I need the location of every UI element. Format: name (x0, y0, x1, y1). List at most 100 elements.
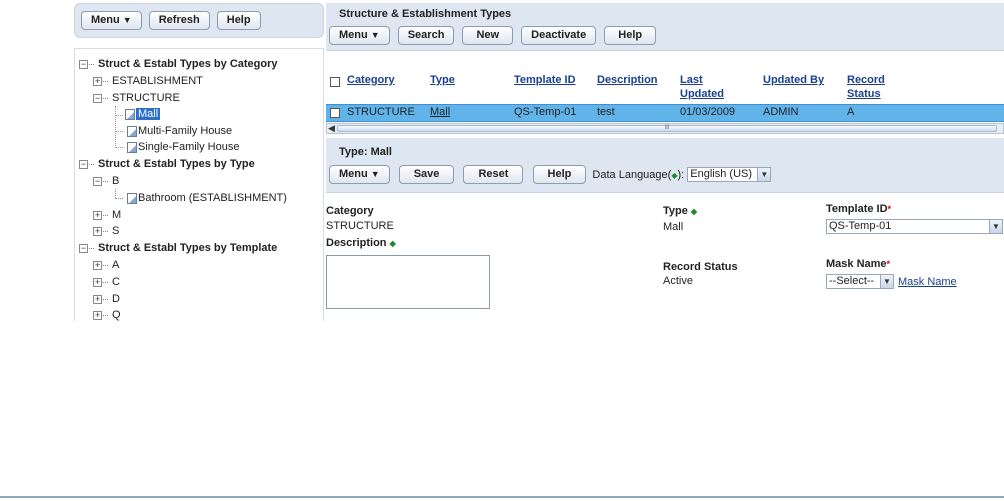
edit-document-icon (127, 141, 137, 153)
scrollbar-thumb[interactable]: III (337, 125, 997, 132)
data-language-label: Data Language(◆): (592, 168, 685, 181)
menu-dropdown-icon: ▼ (370, 30, 380, 40)
deactivate-button[interactable]: Deactivate (521, 26, 597, 45)
tree-node-m[interactable]: + M (93, 208, 121, 223)
edit-document-icon (127, 192, 137, 204)
expand-icon[interactable]: + (93, 210, 102, 220)
description-textarea[interactable] (326, 255, 490, 309)
column-header-template-id[interactable]: Template ID (514, 73, 576, 87)
left-toolbar: Menu ▼ Refresh Help (74, 3, 324, 38)
table-row[interactable]: STRUCTURE Mall QS-Temp-01 test 01/03/200… (326, 104, 1004, 122)
main-menu-button[interactable]: Menu ▼ (329, 26, 390, 45)
tree-node-c[interactable]: + C (93, 275, 120, 290)
refresh-button[interactable]: Refresh (148, 11, 210, 30)
tree-node-s[interactable]: + S (93, 224, 119, 239)
collapse-icon[interactable]: − (93, 93, 102, 103)
reset-button[interactable]: Reset (463, 165, 524, 184)
tree-leaf-label: Mall (136, 108, 161, 120)
column-header-record-status[interactable]: Record Status (847, 73, 885, 101)
save-button[interactable]: Save (398, 165, 455, 184)
tree-node-a[interactable]: + A (93, 258, 119, 273)
tree-node-label: D (112, 293, 120, 305)
edit-document-icon (125, 108, 135, 120)
mask-name-label: Mask Name* (826, 258, 891, 270)
tree-node-label: S (112, 225, 120, 237)
expand-icon[interactable]: + (93, 226, 102, 236)
record-status-value: Active (663, 275, 693, 287)
chevron-down-icon: ▼ (989, 220, 1002, 233)
cell-description: test (597, 106, 615, 118)
column-header-updated-by[interactable]: Updated By (763, 73, 824, 87)
row-checkbox[interactable] (330, 108, 340, 118)
tree-node-label: B (112, 175, 120, 187)
template-id-select[interactable]: QS-Temp-01 ▼ (826, 219, 1003, 234)
edit-document-icon (127, 125, 137, 137)
tree-leaf-single-family-house[interactable]: Single-Family House (127, 140, 239, 155)
tree-node-establishment[interactable]: + ESTABLISHMENT (93, 74, 203, 89)
tree-heading-by-template: Struct & Establ Types by Template (98, 242, 278, 254)
tree-node-label: STRUCTURE (112, 92, 180, 104)
horizontal-scrollbar[interactable]: ◀ III (326, 123, 1004, 134)
tree-leaf-label: Single-Family House (138, 141, 240, 153)
scroll-left-icon[interactable]: ◀ (328, 123, 335, 134)
select-all-checkbox[interactable] (330, 77, 340, 87)
tree-node-by-template[interactable]: − Struct & Establ Types by Template (79, 241, 277, 256)
required-marker: * (886, 259, 891, 269)
description-label: Description ◆ (326, 237, 396, 249)
tree-heading-by-type: Struct & Establ Types by Type (98, 158, 255, 170)
cell-template-id: QS-Temp-01 (514, 106, 577, 118)
tree-node-label: ESTABLISHMENT (112, 75, 203, 87)
collapse-icon[interactable]: − (79, 243, 88, 253)
tree-node-q[interactable]: + Q (93, 308, 121, 321)
main-help-button[interactable]: Help (604, 26, 657, 45)
expand-icon[interactable]: + (93, 76, 102, 86)
cell-record-status: A (847, 106, 855, 118)
mask-name-link[interactable]: Mask Name (898, 276, 957, 288)
tree-leaf-label: Bathroom (ESTABLISHMENT) (138, 192, 287, 204)
tree-node-label: A (112, 259, 120, 271)
cell-category: STRUCTURE (347, 106, 415, 118)
tree-node-d[interactable]: + D (93, 292, 120, 307)
column-header-category[interactable]: Category (347, 73, 395, 87)
tree-node-structure[interactable]: − STRUCTURE (93, 91, 180, 106)
tree-leaf-bathroom[interactable]: Bathroom (ESTABLISHMENT) (127, 191, 287, 206)
record-status-label: Record Status (663, 261, 738, 273)
detail-title: Type: Mall (339, 146, 392, 158)
collapse-icon[interactable]: − (79, 159, 88, 169)
type-value: Mall (663, 221, 684, 233)
tree-node-by-category[interactable]: − Struct & Establ Types by Category (79, 57, 278, 72)
tree-leaf-multi-family-house[interactable]: Multi-Family House (127, 124, 232, 139)
tree-heading-by-category: Struct & Establ Types by Category (98, 58, 278, 70)
data-language-select[interactable]: English (US) ▼ (687, 167, 772, 182)
category-value: STRUCTURE (326, 220, 394, 232)
chevron-down-icon: ▼ (880, 275, 893, 288)
search-button[interactable]: Search (397, 26, 455, 45)
column-header-description[interactable]: Description (597, 73, 658, 87)
required-marker: * (887, 204, 892, 214)
expand-icon[interactable]: + (93, 260, 102, 270)
tree-node-b[interactable]: − B (93, 174, 119, 189)
mask-name-select[interactable]: --Select-- ▼ (826, 274, 894, 289)
expand-icon[interactable]: + (93, 310, 102, 320)
new-button[interactable]: New (462, 26, 514, 45)
collapse-icon[interactable]: − (93, 176, 102, 186)
column-header-type[interactable]: Type (430, 73, 455, 87)
tree-panel: − Struct & Establ Types by Category + ESTA… (74, 48, 324, 321)
cell-type-link[interactable]: Mall (430, 106, 450, 118)
chevron-down-icon: ▼ (757, 168, 771, 181)
expand-icon[interactable]: + (93, 277, 102, 287)
scrollbar-grip: III (664, 125, 670, 131)
tree-leaf-mall[interactable]: Mall (125, 107, 161, 122)
left-help-button[interactable]: Help (216, 11, 261, 30)
expand-icon[interactable]: + (93, 294, 102, 304)
detail-menu-button[interactable]: Menu ▼ (329, 165, 390, 184)
collapse-icon[interactable]: − (79, 59, 88, 69)
column-header-last-updated[interactable]: Last Updated (680, 73, 724, 101)
main-header: Structure & Establishment Types Menu ▼ Se… (326, 3, 1004, 51)
tree-node-by-type[interactable]: − Struct & Establ Types by Type (79, 157, 255, 172)
left-menu-button[interactable]: Menu ▼ (81, 11, 142, 30)
type-label: Type ◆ (663, 205, 698, 217)
footer-divider (0, 496, 1004, 498)
cell-last-updated: 01/03/2009 (680, 106, 736, 118)
detail-help-button[interactable]: Help (532, 165, 587, 184)
